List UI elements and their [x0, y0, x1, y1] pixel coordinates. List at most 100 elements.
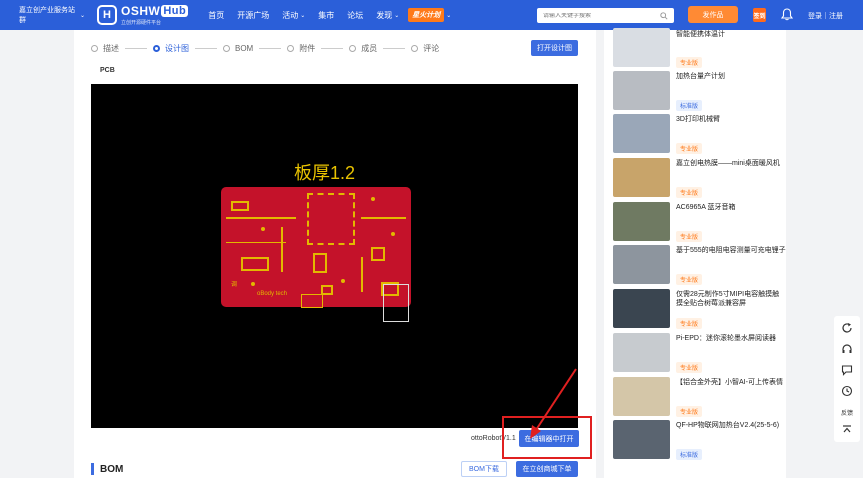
trace	[226, 217, 296, 219]
component	[371, 247, 385, 261]
nav-item-label: 开源广场	[237, 10, 270, 20]
edition-badge: 标准版	[676, 449, 703, 460]
project-thumbnail[interactable]	[613, 377, 670, 416]
project-thumbnail[interactable]	[613, 28, 670, 67]
project-thumbnail[interactable]	[613, 114, 670, 153]
nav-item[interactable]: 开源广场	[237, 10, 269, 21]
nav-item[interactable]: 论坛	[347, 10, 363, 21]
tab-separator	[321, 48, 344, 49]
search-box[interactable]	[537, 8, 674, 23]
project-title[interactable]: 嘉立创电热膜——mini桌面暖风机	[676, 159, 786, 168]
nav-item[interactable]: 首页	[208, 10, 224, 21]
pcb-preview[interactable]: 板厚1.2 oBody tech 调	[91, 84, 578, 428]
main-panel: 描述 设计图 BOM 附件 成员 评论 打开设计图 PCB 板厚1.2 oBody tec…	[74, 30, 596, 478]
mcu-chip	[307, 193, 355, 245]
sidebar-project-item[interactable]: 仅需28元制作5寸MIPI电容触摸触摸全贴合树莓派兼容屏 专业版	[613, 289, 783, 329]
pcb-label: PCB	[100, 67, 115, 74]
chevron-down-icon: ⌄	[394, 12, 400, 19]
sidebar-project-item[interactable]: 基于555的电阻电容测量可充电锂子 专业版	[613, 245, 786, 285]
publish-button[interactable]: 发作品	[688, 6, 738, 23]
tab-1[interactable]: 设计图	[153, 43, 189, 54]
edition-badge: 专业版	[676, 187, 703, 198]
region-label: 嘉立创产业服务站群	[19, 7, 75, 24]
project-title[interactable]: QF-HP物联网加热台V2.4(25-5-6)	[676, 421, 786, 430]
tab-2[interactable]: BOM	[223, 44, 253, 53]
tab-4[interactable]: 成员	[349, 43, 377, 54]
sidebar-project-item[interactable]: 嘉立创电热膜——mini桌面暖风机 专业版	[613, 158, 783, 198]
edition-badge: 专业版	[676, 143, 703, 154]
back-to-top-icon[interactable]	[841, 424, 853, 436]
tab-separator	[195, 48, 217, 49]
project-title[interactable]: Pi-EPD：迷你滚轮墨水屏阅读器	[676, 334, 786, 343]
clock-icon[interactable]	[841, 385, 853, 397]
tab-label: 成员	[361, 44, 378, 53]
tab-5[interactable]: 评论	[411, 43, 439, 54]
project-title[interactable]: 3D打印机械臂	[676, 115, 786, 124]
open-design-button[interactable]: 打开设计图	[531, 40, 578, 56]
nav-item[interactable]: 活动 ⌄	[282, 10, 305, 21]
project-title[interactable]: 基于555的电阻电容测量可充电锂子	[676, 246, 786, 255]
edition-badge: 专业版	[676, 362, 703, 373]
tab-dot-icon	[91, 45, 98, 52]
sidebar-project-item[interactable]: 加热台量产计划 标准版	[613, 71, 783, 111]
edition-badge: 专业版	[676, 406, 703, 417]
headset-icon[interactable]	[841, 343, 853, 355]
search-icon[interactable]	[660, 11, 668, 20]
sidebar-project-item[interactable]: 3D打印机械臂 专业版	[613, 114, 783, 154]
nav-item[interactable]: 集市	[318, 10, 334, 21]
project-title[interactable]: 加热台量产计划	[676, 72, 786, 81]
project-thumbnail[interactable]	[613, 420, 670, 459]
sidebar-project-item[interactable]: 智能便携体温计 专业版	[613, 28, 783, 68]
project-thumbnail[interactable]	[613, 158, 670, 197]
region-selector[interactable]: 嘉立创产业服务站群 ⌄	[19, 5, 85, 25]
promo-badge[interactable]: 星火计划	[408, 8, 445, 22]
logo-subtitle: 立创开源硬件平台	[121, 20, 162, 26]
chevron-down-icon: ⌄	[300, 12, 306, 19]
edition-badge: 专业版	[676, 231, 703, 242]
edition-badge: 标准版	[676, 100, 703, 111]
via	[251, 282, 255, 286]
search-input[interactable]	[543, 12, 660, 19]
sidebar-project-item[interactable]: Pi-EPD：迷你滚轮墨水屏阅读器 专业版	[613, 333, 783, 373]
bell-icon[interactable]	[781, 8, 793, 21]
order-button[interactable]: 在立创商城下单	[516, 461, 578, 477]
project-title[interactable]: AC6965A 蓝牙音箱	[676, 203, 786, 212]
tab-separator	[125, 48, 147, 49]
project-title[interactable]: 仅需28元制作5寸MIPI电容触摸触摸全贴合树莓派兼容屏	[676, 290, 786, 308]
project-title[interactable]: 【铝合金外壳】小智AI-可上传表情	[676, 378, 786, 387]
project-title[interactable]: 智能便携体温计	[676, 30, 786, 39]
project-thumbnail[interactable]	[613, 202, 670, 241]
component	[313, 253, 327, 273]
chevron-down-icon: ⌄	[446, 12, 452, 19]
tab-label: 描述	[103, 44, 119, 53]
tab-label: 附件	[299, 44, 316, 53]
site-logo[interactable]: H OSHW Hub 立创开源硬件平台	[97, 4, 189, 26]
chat-icon[interactable]	[841, 364, 853, 376]
project-thumbnail[interactable]	[613, 71, 670, 110]
sidebar-project-item[interactable]: 【铝合金外壳】小智AI-可上传表情 专业版	[613, 377, 783, 417]
project-thumbnail[interactable]	[613, 289, 670, 328]
bom-download-button[interactable]: BOM下载	[461, 461, 507, 477]
tab-3[interactable]: 附件	[287, 43, 315, 54]
tab-dot-icon	[223, 45, 230, 52]
sidebar-project-item[interactable]: AC6965A 蓝牙音箱 专业版	[613, 202, 783, 242]
usb-outline	[383, 284, 409, 322]
sign-in-icon[interactable]: 签到	[753, 8, 766, 22]
login-link[interactable]: 登录｜注册	[808, 11, 843, 21]
tab-dot-icon	[411, 45, 419, 52]
nav-item-label: 论坛	[347, 10, 364, 20]
board-thickness-label: 板厚1.2	[294, 163, 356, 183]
nav-item-label: 集市	[318, 10, 335, 20]
tab-0[interactable]: 描述	[91, 43, 119, 54]
feedback-button[interactable]: 反馈	[841, 408, 853, 417]
refresh-icon[interactable]	[841, 322, 853, 334]
tab-dot-icon	[153, 45, 160, 52]
bom-section-title: BOM	[91, 463, 123, 475]
trace	[226, 242, 286, 243]
project-thumbnail[interactable]	[613, 333, 670, 372]
board-silkscreen-label: 调	[231, 282, 238, 288]
tab-separator	[259, 48, 282, 49]
nav-item[interactable]: 发现 ⌄	[376, 10, 399, 21]
project-thumbnail[interactable]	[613, 245, 670, 284]
sidebar-project-item[interactable]: QF-HP物联网加热台V2.4(25-5-6) 标准版	[613, 420, 783, 460]
